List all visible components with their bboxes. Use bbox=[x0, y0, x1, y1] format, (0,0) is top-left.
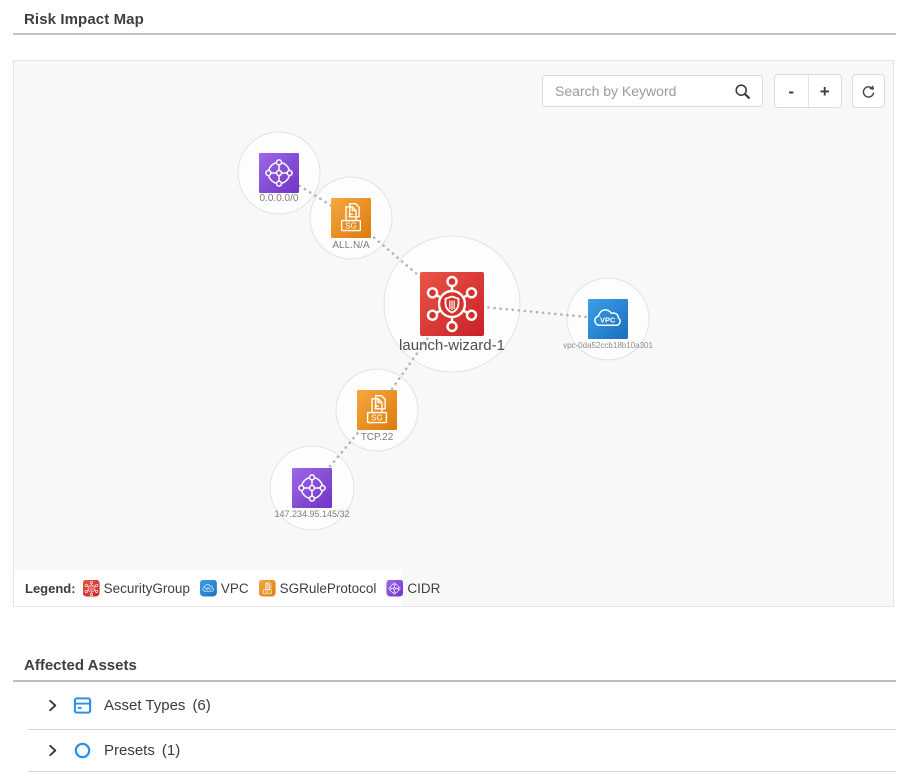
risk-impact-map-page: Risk Impact Map bbox=[0, 0, 907, 784]
node-label-sgrule-all: ALL.N/A bbox=[332, 240, 370, 251]
sg-rule-protocol-icon[interactable] bbox=[357, 390, 397, 430]
risk-graph-canvas[interactable]: SG bbox=[14, 61, 893, 606]
node-label-sgrule-tcp22: TCP.22 bbox=[361, 432, 394, 443]
asset-row-label: Asset Types bbox=[104, 697, 185, 714]
refresh-icon bbox=[860, 83, 877, 100]
legend-item-security-group: SecurityGroup bbox=[83, 580, 190, 597]
node-label-cidr-any: 0.0.0.0/0 bbox=[260, 193, 299, 204]
legend-label: CIDR bbox=[407, 581, 440, 596]
title-divider bbox=[13, 33, 896, 35]
sg-rule-protocol-legend-icon bbox=[259, 580, 276, 597]
search-icon[interactable] bbox=[733, 82, 762, 101]
node-label-security-group: launch-wizard-1 bbox=[399, 337, 505, 354]
asset-types-icon bbox=[73, 696, 92, 715]
asset-row-count: (6) bbox=[192, 697, 210, 714]
asset-row-label: Presets bbox=[104, 742, 155, 759]
legend-item-sg-rule-protocol: SGRuleProtocol bbox=[259, 580, 377, 597]
cidr-icon[interactable] bbox=[292, 468, 332, 508]
chevron-right-icon[interactable] bbox=[45, 698, 60, 713]
zoom-controls: - + bbox=[774, 74, 842, 108]
vpc-icon[interactable] bbox=[588, 299, 628, 339]
zoom-out-button[interactable]: - bbox=[775, 75, 809, 107]
search-box bbox=[542, 75, 763, 107]
sg-rule-protocol-icon[interactable] bbox=[331, 198, 371, 238]
legend-label: VPC bbox=[221, 581, 249, 596]
node-label-cidr-host: 147.234.95.145/32 bbox=[274, 509, 349, 519]
affected-assets-list: Asset Types (6) Presets (1) bbox=[28, 682, 896, 772]
legend-label: SecurityGroup bbox=[104, 581, 190, 596]
search-input[interactable] bbox=[543, 83, 733, 99]
legend-item-vpc: VPC bbox=[200, 580, 249, 597]
risk-impact-map-panel: SG bbox=[13, 60, 894, 607]
zoom-in-button[interactable]: + bbox=[809, 75, 842, 107]
asset-row-count: (1) bbox=[162, 742, 180, 759]
cidr-icon[interactable] bbox=[259, 153, 299, 193]
security-group-icon[interactable] bbox=[420, 272, 484, 336]
legend-title: Legend: bbox=[25, 581, 76, 596]
page-title: Risk Impact Map bbox=[24, 11, 144, 28]
presets-icon bbox=[73, 741, 92, 760]
chevron-right-icon[interactable] bbox=[45, 743, 60, 758]
legend-item-cidr: CIDR bbox=[386, 580, 440, 597]
vpc-legend-icon bbox=[200, 580, 217, 597]
security-group-legend-icon bbox=[83, 580, 100, 597]
cidr-legend-icon bbox=[386, 580, 403, 597]
refresh-button[interactable] bbox=[852, 74, 885, 108]
asset-row-presets[interactable]: Presets (1) bbox=[28, 730, 896, 772]
asset-row-asset-types[interactable]: Asset Types (6) bbox=[28, 682, 896, 730]
node-label-vpc: vpc-0da52ccb18b10a301 bbox=[563, 341, 653, 350]
affected-assets-title: Affected Assets bbox=[24, 657, 137, 674]
legend-label: SGRuleProtocol bbox=[280, 581, 377, 596]
legend: Legend: SecurityGroup VPC SGRuleProtocol… bbox=[14, 570, 402, 606]
